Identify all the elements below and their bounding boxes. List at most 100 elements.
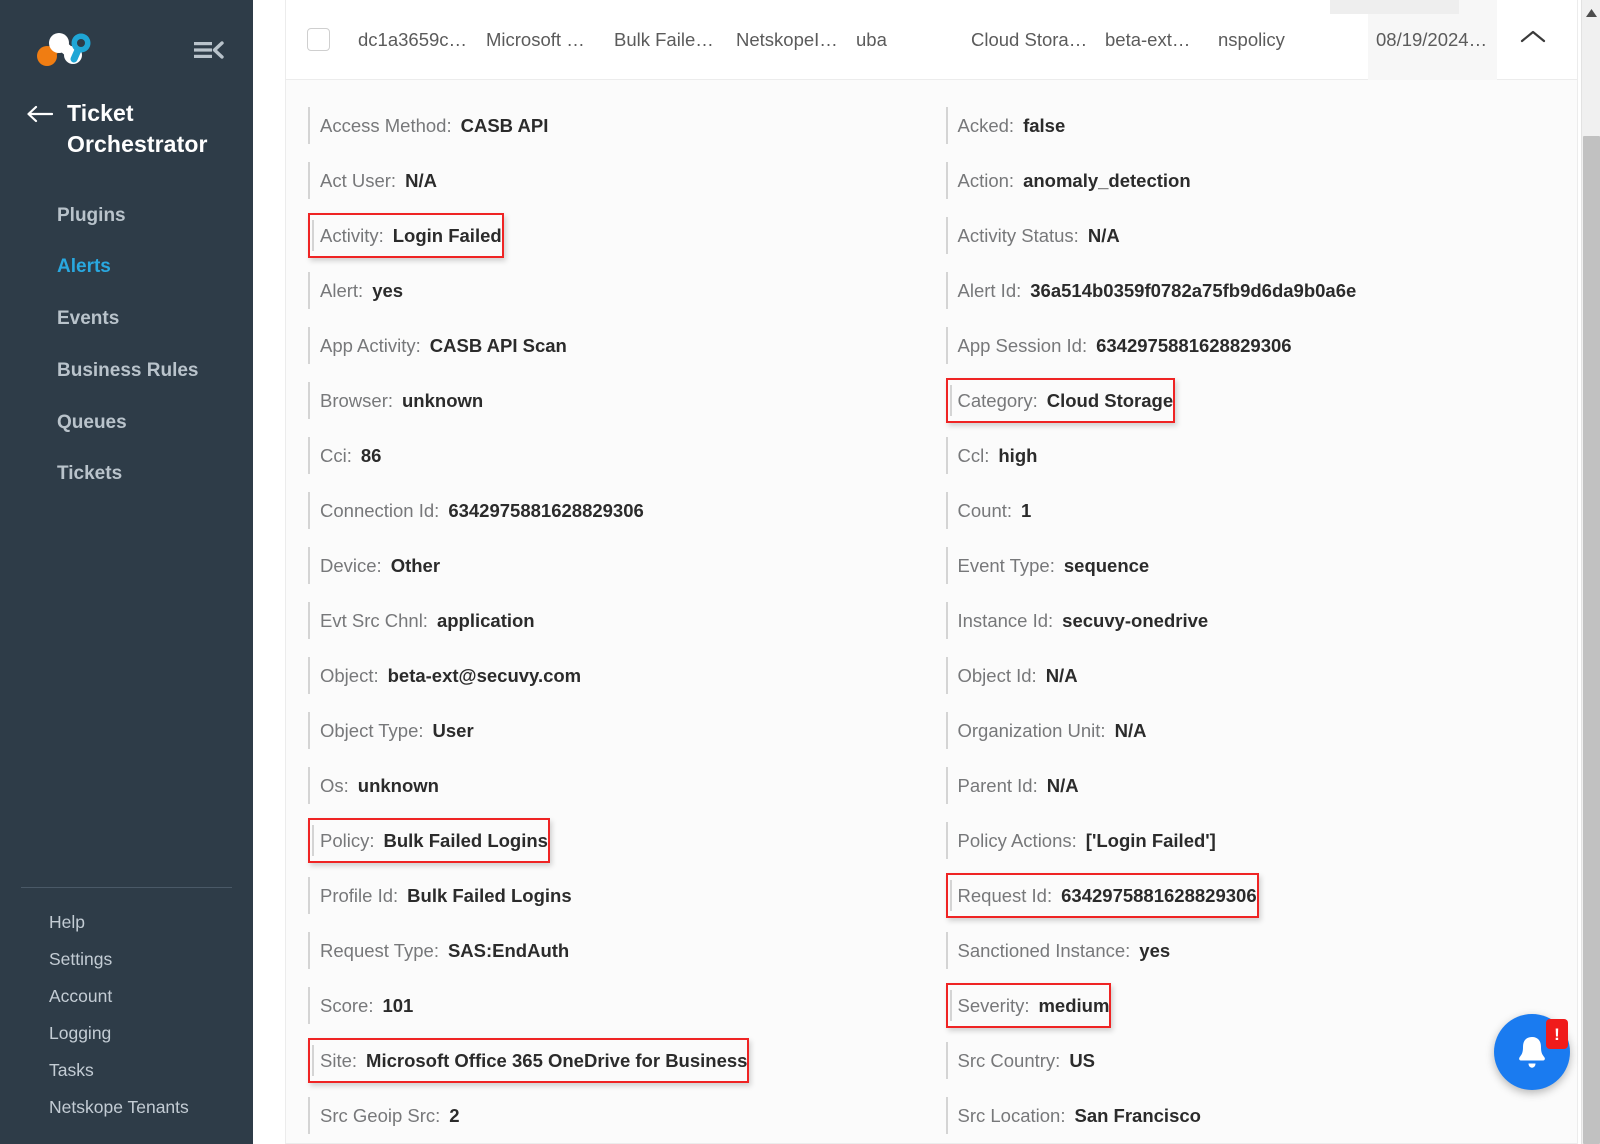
field-label: Score:: [320, 994, 374, 1016]
collapse-sidebar-icon[interactable]: [193, 37, 225, 63]
field-value: 6342975881628829306: [1096, 334, 1292, 356]
field-label: Access Method:: [320, 114, 452, 136]
scrollbar-thumb[interactable]: [1583, 136, 1600, 1144]
cell-category[interactable]: Cloud Storage: [963, 0, 1097, 80]
field-value: User: [432, 719, 474, 741]
chevron-up-icon: [1519, 28, 1547, 51]
field-cci: Cci: 86: [308, 428, 381, 483]
row-select-cell: [286, 28, 350, 51]
field-score: Score: 101: [308, 978, 413, 1033]
sidebar-item-tasks[interactable]: Tasks: [0, 1052, 253, 1089]
detail-column-right: Acked: false Action: anomaly_detection Act…: [932, 98, 1578, 1143]
field-value: SAS:EndAuth: [447, 939, 570, 961]
field-connection-id: Connection Id: 6342975881628829306: [308, 483, 644, 538]
notifications-fab[interactable]: !: [1494, 1014, 1570, 1090]
sidebar-item-netskope-tenants[interactable]: Netskope Tenants: [0, 1089, 253, 1126]
field-wrap: Activity Status: N/A: [945, 208, 1568, 263]
field-value: 36a514b0359f0782a75fb9d6da9b0a6e: [1030, 279, 1357, 301]
field-value: N/A: [1046, 774, 1079, 796]
field-src-country: Src Country: US: [945, 1033, 1095, 1088]
cell-policy[interactable]: Bulk Failed L...: [606, 0, 728, 80]
field-severity: Severity: medium: [945, 983, 1112, 1028]
field-wrap: Object: beta-ext@secuvy.com: [308, 648, 922, 703]
field-label: Sanctioned Instance:: [957, 939, 1131, 961]
field-wrap: Connection Id: 6342975881628829306: [308, 483, 922, 538]
row-checkbox[interactable]: [306, 28, 330, 51]
sidebar-item-tickets[interactable]: Tickets: [0, 448, 253, 500]
bell-icon: [1515, 1034, 1549, 1075]
field-object: Object: beta-ext@secuvy.com: [308, 648, 581, 703]
field-wrap: Count: 1: [945, 483, 1568, 538]
field-event-type: Event Type: sequence: [945, 538, 1149, 593]
field-value: 1: [1021, 499, 1032, 521]
sidebar-title-row[interactable]: Ticket Orchestrator: [0, 70, 253, 160]
field-alert-id: Alert Id: 36a514b0359f0782a75fb9d6da9b0a6…: [945, 263, 1357, 318]
field-act-user: Act User: N/A: [308, 153, 437, 208]
field-value: San Francisco: [1074, 1104, 1201, 1126]
field-wrap: Event Type: sequence: [945, 538, 1568, 593]
field-parent-id: Parent Id: N/A: [945, 758, 1079, 813]
cell-user[interactable]: beta-ext@se...: [1097, 0, 1210, 80]
page-scrollbar[interactable]: [1581, 0, 1600, 1144]
alert-detail-card: dc1a3659c7... Microsoft Of... Bulk Faile…: [285, 0, 1578, 1144]
cell-alert-type[interactable]: uba: [848, 0, 963, 80]
field-label: Parent Id:: [957, 774, 1038, 796]
field-request-id: Request Id: 6342975881628829306: [945, 873, 1259, 918]
cell-alert-id[interactable]: dc1a3659c7...: [350, 0, 478, 80]
field-value: anomaly_detection: [1023, 169, 1191, 191]
cell-tenant[interactable]: NetskopeITS...: [728, 0, 848, 80]
table-row[interactable]: dc1a3659c7... Microsoft Of... Bulk Faile…: [286, 0, 1577, 80]
field-wrap: App Activity: CASB API Scan: [308, 318, 922, 373]
sorted-column-strip: [1330, 0, 1459, 14]
field-wrap: Cci: 86: [308, 428, 922, 483]
row-expand-toggle[interactable]: [1497, 28, 1569, 51]
sidebar-item-account[interactable]: Account: [0, 978, 253, 1015]
field-object-type: Object Type: User: [308, 703, 474, 758]
sidebar-item-queues[interactable]: Queues: [0, 397, 253, 449]
field-value: N/A: [1114, 719, 1147, 741]
field-policy-actions: Policy Actions: ['Login Failed']: [945, 813, 1216, 868]
field-value: Bulk Failed Logins: [383, 829, 548, 851]
field-value: beta-ext@secuvy.com: [387, 664, 582, 686]
sidebar-divider: [21, 887, 232, 888]
sidebar-item-plugins[interactable]: Plugins: [0, 190, 253, 242]
back-arrow-icon[interactable]: [26, 105, 54, 128]
field-value: application: [436, 609, 535, 631]
field-label: Alert Id:: [957, 279, 1022, 301]
field-wrap: Request Id: 6342975881628829306: [945, 868, 1568, 923]
field-wrap: Object Id: N/A: [945, 648, 1568, 703]
field-action: Action: anomaly_detection: [945, 153, 1191, 208]
field-browser: Browser: unknown: [308, 373, 483, 428]
sidebar-item-alerts[interactable]: Alerts: [0, 241, 253, 293]
field-value: N/A: [405, 169, 437, 191]
field-label: Profile Id:: [320, 884, 399, 906]
scroll-up-arrow-icon[interactable]: [1582, 4, 1600, 22]
field-os: Os: unknown: [308, 758, 439, 813]
field-wrap: Src Location: San Francisco: [945, 1088, 1568, 1143]
sidebar-item-business-rules[interactable]: Business Rules: [0, 345, 253, 397]
sidebar-item-settings[interactable]: Settings: [0, 941, 253, 978]
field-label: Severity:: [957, 994, 1030, 1016]
field-label: Connection Id:: [320, 499, 440, 521]
field-wrap: Alert Id: 36a514b0359f0782a75fb9d6da9b0a6…: [945, 263, 1568, 318]
field-label: Site:: [320, 1049, 358, 1071]
field-profile-id: Profile Id: Bulk Failed Logins: [308, 868, 572, 923]
field-label: Ccl:: [957, 444, 990, 466]
field-label: Cci:: [320, 444, 352, 466]
field-count: Count: 1: [945, 483, 1032, 538]
field-device: Device: Other: [308, 538, 440, 593]
field-label: App Activity:: [320, 334, 421, 356]
field-value: Other: [390, 554, 441, 576]
secuvy-logo-icon[interactable]: [34, 30, 96, 70]
field-label: Policy Actions:: [957, 829, 1077, 851]
cell-app[interactable]: Microsoft Of...: [478, 0, 606, 80]
field-value: secuvy-onedrive: [1062, 609, 1209, 631]
sidebar-item-help[interactable]: Help: [0, 904, 253, 941]
field-value: high: [998, 444, 1038, 466]
sidebar-item-logging[interactable]: Logging: [0, 1015, 253, 1052]
field-label: Object Id:: [957, 664, 1037, 686]
field-label: Os:: [320, 774, 349, 796]
sidebar-footer: Help Settings Account Logging Tasks Nets…: [0, 887, 253, 1126]
sidebar-item-events[interactable]: Events: [0, 293, 253, 345]
field-wrap: Src Country: US: [945, 1033, 1568, 1088]
